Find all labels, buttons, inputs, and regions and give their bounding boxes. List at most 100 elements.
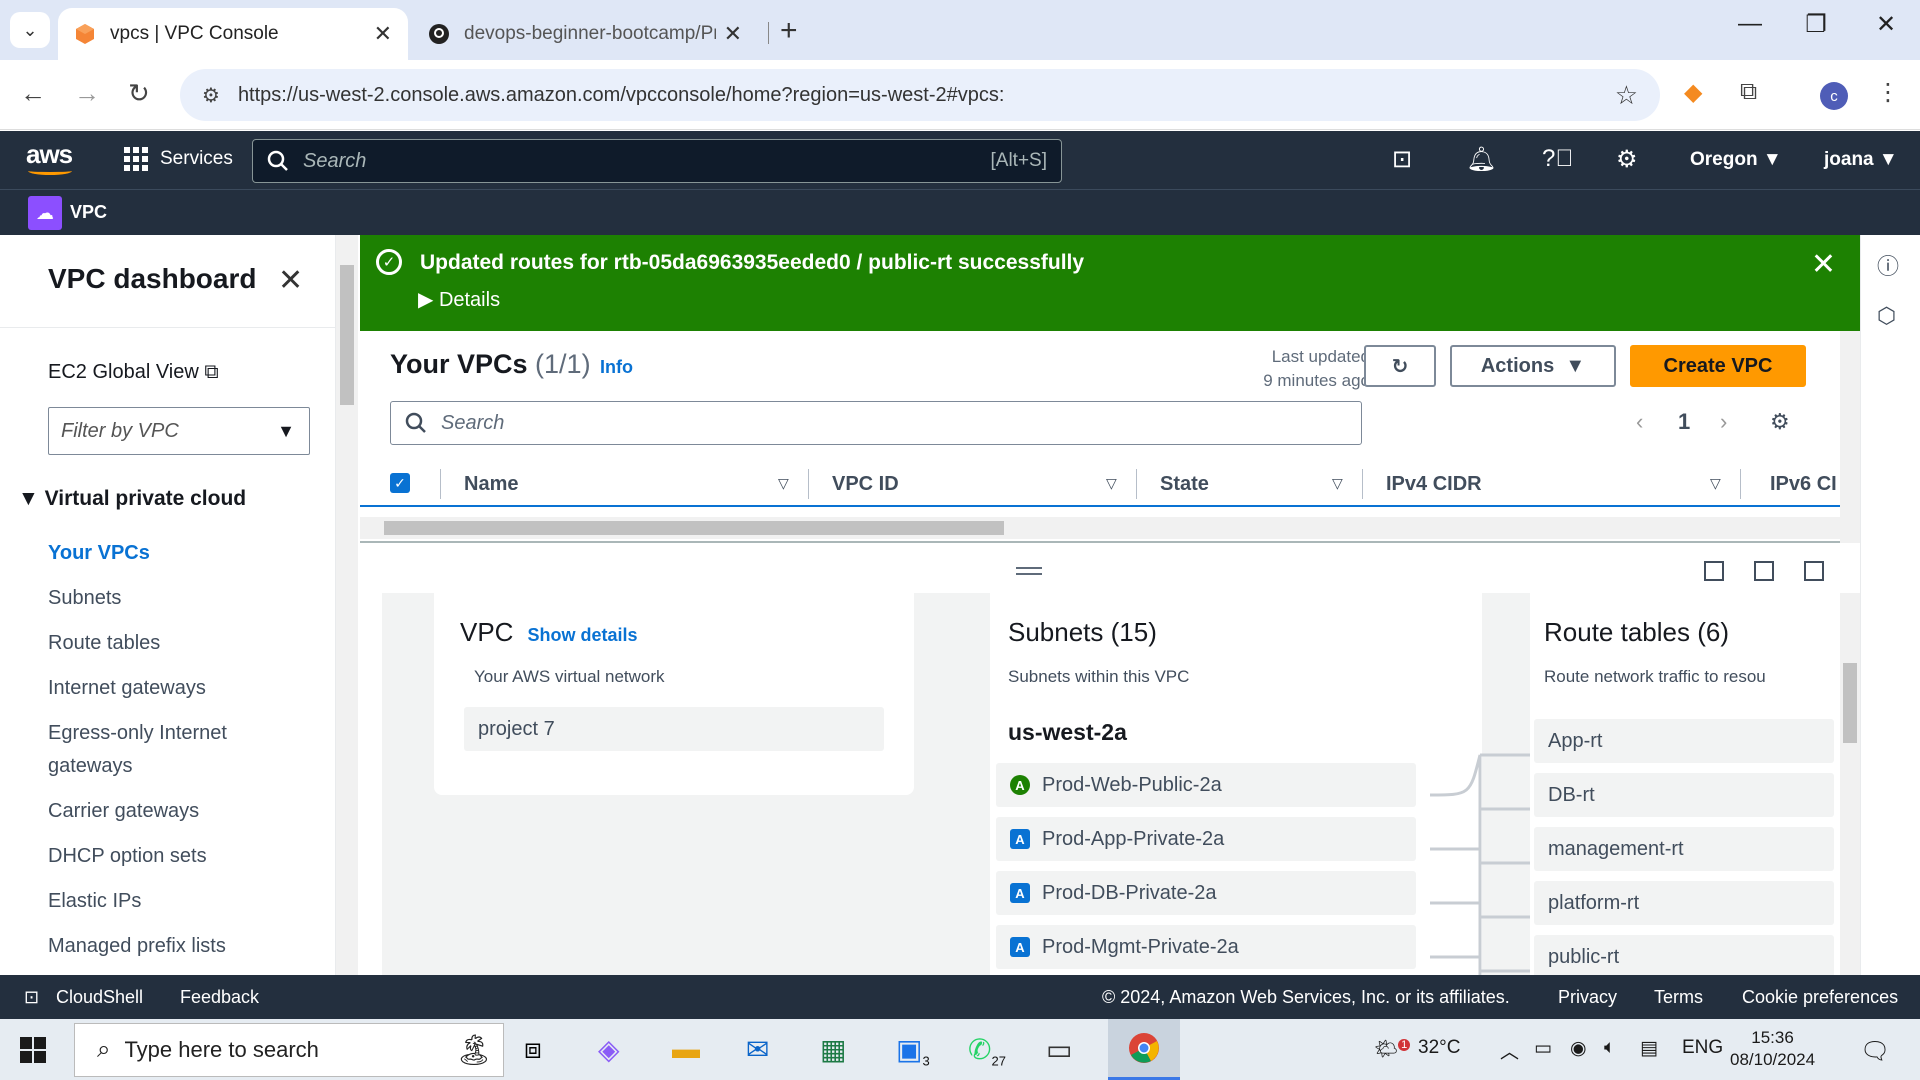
taskbar-search-input[interactable]: ⌕ Type here to search 🏝︎ [74,1023,504,1077]
meet-now-icon[interactable]: ◉ [1570,1037,1587,1060]
network-icon[interactable]: ▤ [1640,1037,1658,1060]
info-panel-icon[interactable]: ⓘ [1877,249,1899,281]
tab-github[interactable]: devops-beginner-bootcamp/Pr ✕ [412,8,758,60]
task-view-icon[interactable]: ⧈ [524,1033,542,1066]
close-tab-icon[interactable]: ✕ [724,21,742,47]
volume-icon[interactable]: 🔈︎ [1604,1037,1615,1059]
show-hidden-icons[interactable]: ︿ [1500,1037,1519,1064]
route-table-node[interactable]: DB-rt [1534,773,1834,817]
prev-page-icon[interactable]: ‹ [1636,409,1643,435]
temperature[interactable]: 32°C [1418,1037,1460,1059]
help-icon[interactable]: ?⃝ [1542,145,1573,173]
split-panel-drag-handle[interactable] [1016,567,1042,575]
battery-icon[interactable]: ▭ [1534,1037,1552,1060]
layout-full-icon[interactable] [1804,561,1824,581]
profile-avatar[interactable]: c [1820,82,1848,110]
refresh-button[interactable]: ↻ [1364,345,1436,387]
user-menu[interactable]: joana ▼ [1824,149,1898,171]
table-search-input[interactable]: Search [390,401,1362,445]
layout-side-icon[interactable] [1754,561,1774,581]
ec2-global-view-link[interactable]: EC2 Global View ⧉ [48,361,219,384]
info-link[interactable]: Info [600,357,633,378]
tab-vpc-console[interactable]: vpcs | VPC Console ✕ [58,8,408,60]
minimize-button[interactable]: — [1720,10,1780,38]
show-details-link[interactable]: Show details [527,625,637,646]
virtual-private-cloud-section[interactable]: ▼ Virtual private cloud [18,487,246,511]
aws-logo[interactable]: aws [26,139,73,175]
column-state[interactable]: State [1160,473,1209,496]
chrome-taskbar-icon[interactable] [1108,1019,1180,1080]
excel-icon[interactable]: ▦ [820,1033,846,1066]
copilot-icon[interactable]: ◈ [598,1033,620,1066]
outlook-icon[interactable]: ✉ [746,1033,769,1066]
create-vpc-button[interactable]: Create VPC [1630,345,1806,387]
close-window-button[interactable]: ✕ [1856,10,1916,39]
sidebar-title[interactable]: VPC dashboard [48,263,256,295]
privacy-link[interactable]: Privacy [1558,987,1617,1008]
restore-button[interactable]: ❐ [1786,10,1846,39]
sidebar-item-egress-only-gateways[interactable]: Egress-only Internet gateways [48,711,268,789]
filter-by-vpc-select[interactable]: Filter by VPC ▼ [48,407,310,455]
next-page-icon[interactable]: › [1720,409,1727,435]
column-ipv4-cidr[interactable]: IPv4 CIDR [1386,473,1482,496]
mail-icon[interactable]: ▣3 [896,1033,930,1069]
services-menu[interactable]: Services [124,147,233,171]
notifications-bell-icon[interactable]: 🔔︎ [1466,145,1496,174]
column-vpc-id[interactable]: VPC ID [832,473,899,496]
new-tab-button[interactable]: + [780,14,798,48]
site-settings-icon[interactable]: ⚙ [202,83,220,108]
vpc-service-icon[interactable]: ☁ [28,196,62,230]
terms-link[interactable]: Terms [1654,987,1703,1008]
sort-icon[interactable]: ▽ [1106,475,1117,492]
table-settings-gear-icon[interactable]: ⚙ [1770,409,1790,435]
subnet-node[interactable]: A Prod-Web-Public-2a [996,763,1416,807]
sidebar-item-route-tables[interactable]: Route tables [48,621,268,666]
extension-icon[interactable]: ◆ [1684,78,1702,107]
table-vertical-scrollbar[interactable] [1840,331,1860,543]
column-name[interactable]: Name [464,473,518,496]
extensions-puzzle-icon[interactable]: ⧉ [1740,78,1757,106]
feedback-link[interactable]: Feedback [180,987,259,1008]
system-clock[interactable]: 15:36 08/10/2024 [1730,1027,1815,1071]
service-label[interactable]: VPC [70,202,107,223]
column-ipv6-cidr[interactable]: IPv6 CI [1770,473,1837,496]
table-horizontal-scrollbar[interactable] [360,517,1840,539]
notifications-icon[interactable]: 🗨︎ [1860,1037,1890,1066]
sidebar-item-carrier-gateways[interactable]: Carrier gateways [48,789,268,834]
back-button[interactable]: ← [20,78,46,109]
sidebar-item-elastic-ips[interactable]: Elastic IPs [48,879,268,924]
subnet-node[interactable]: A Prod-Mgmt-Private-2a [996,925,1416,969]
whatsapp-icon[interactable]: ✆27 [968,1033,1006,1069]
tab-search-button[interactable]: ⌄ [10,12,50,48]
close-sidebar-icon[interactable]: ✕ [278,263,303,298]
split-panel-scrollbar[interactable] [1840,593,1860,975]
sidebar-item-dhcp-option-sets[interactable]: DHCP option sets [48,834,268,879]
weather-icon[interactable]: 🌤︎ 1 [1374,1037,1411,1061]
dismiss-flash-icon[interactable]: ✕ [1811,247,1836,282]
actions-button[interactable]: Actions ▼ [1450,345,1616,387]
forward-button[interactable]: → [74,78,100,109]
language-indicator[interactable]: ENG [1682,1037,1723,1059]
reload-button[interactable]: ↻ [128,78,150,109]
sidebar-item-internet-gateways[interactable]: Internet gateways [48,666,268,711]
chrome-menu-icon[interactable]: ⋮ [1876,78,1900,107]
sidebar-item-your-vpcs[interactable]: Your VPCs [48,531,268,576]
cloudshell-icon[interactable]: ⊡ [1392,145,1412,174]
sidebar-item-managed-prefix-lists[interactable]: Managed prefix lists [48,924,268,969]
route-table-node[interactable]: management-rt [1534,827,1834,871]
page-number[interactable]: 1 [1678,409,1690,435]
bookmark-star-icon[interactable]: ☆ [1615,80,1638,111]
settings-gear-icon[interactable]: ⚙ [1616,145,1638,174]
sort-icon[interactable]: ▽ [1332,475,1343,492]
sidebar-scrollbar[interactable] [336,235,358,975]
subnet-node[interactable]: A Prod-App-Private-2a [996,817,1416,861]
sidebar-item-subnets[interactable]: Subnets [48,576,268,621]
vpc-name-node[interactable]: project 7 [464,707,884,751]
close-tab-icon[interactable]: ✕ [374,21,392,47]
flash-details-toggle[interactable]: ▶ Details [418,287,500,312]
url-bar[interactable]: ⚙ https://us-west-2.console.aws.amazon.c… [180,69,1660,121]
route-table-node[interactable]: platform-rt [1534,881,1834,925]
layout-bottom-icon[interactable] [1704,561,1724,581]
cloudshell-icon[interactable]: ⊡ [24,987,39,1008]
file-explorer-icon[interactable]: ▬ [672,1033,700,1065]
